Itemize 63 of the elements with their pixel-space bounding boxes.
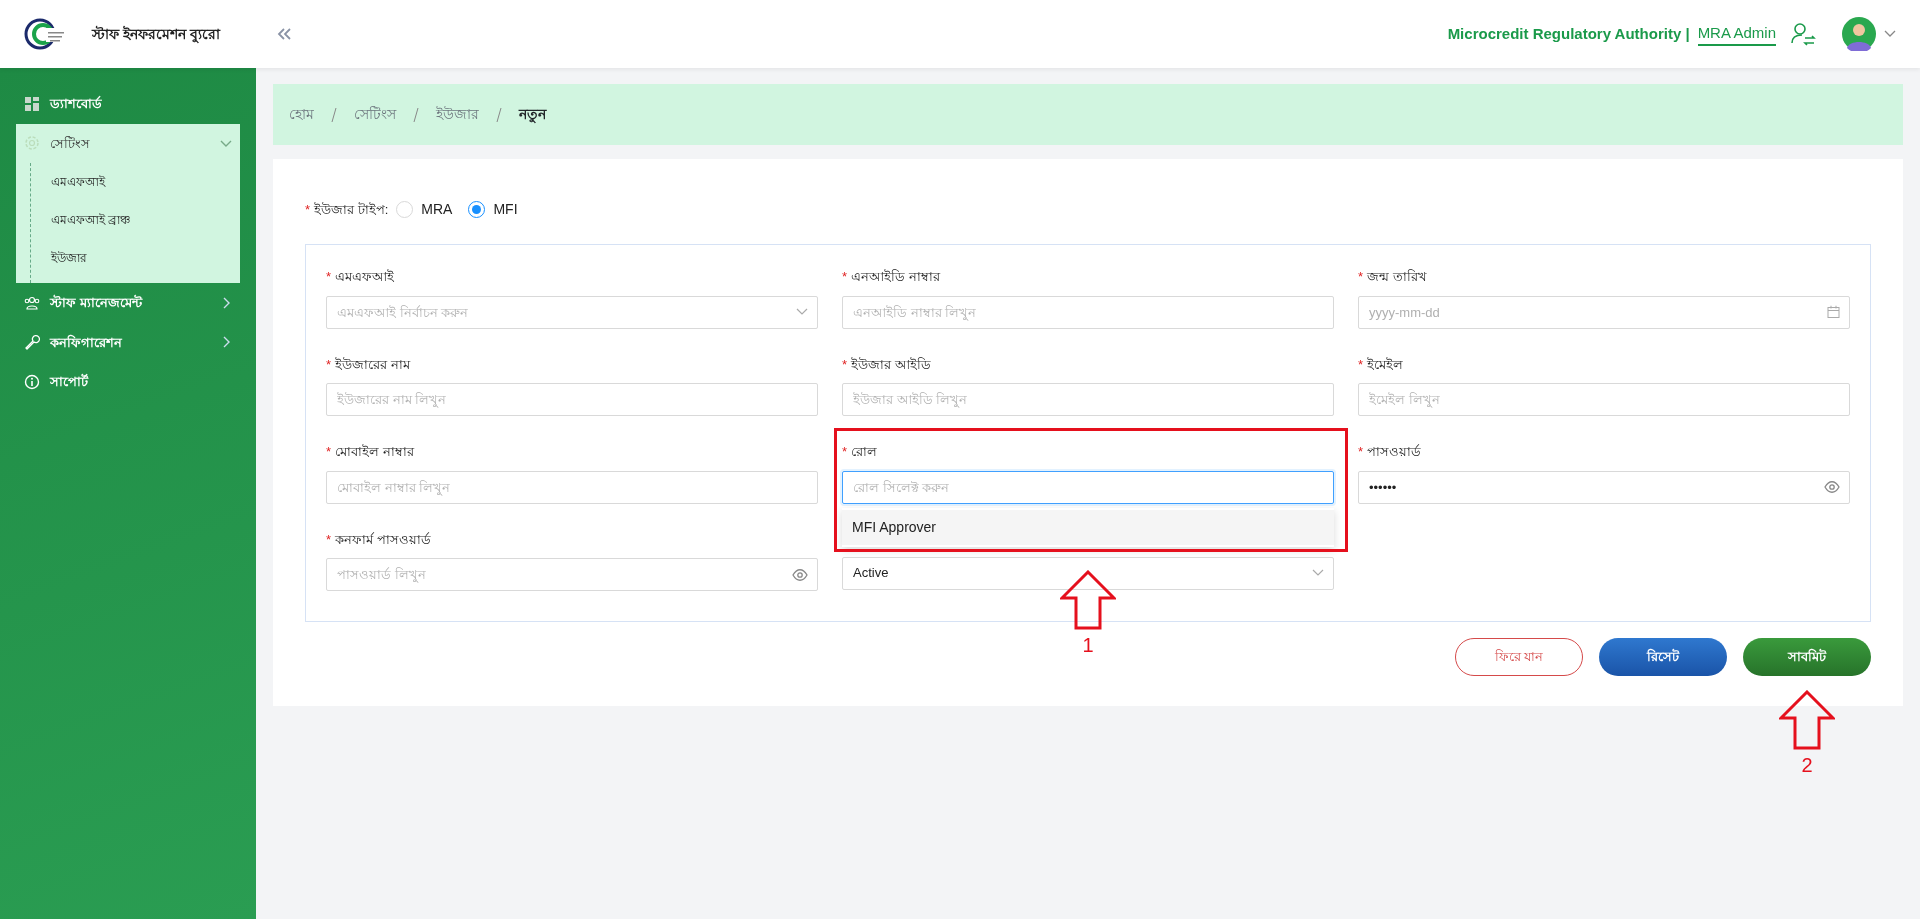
field-label: * এমএফআই (326, 268, 396, 286)
password-field[interactable]: পাসওয়ার্ড লিখুন (326, 558, 818, 591)
input-field[interactable]: ইউজারের নাম লিখুন (326, 383, 818, 416)
breadcrumb-item[interactable]: ইউজার (436, 104, 479, 125)
select-field[interactable]: Active (842, 556, 1334, 590)
separator-icon (495, 106, 503, 123)
submit-button[interactable]: সাবমিট (1743, 638, 1871, 676)
field-label: * ইউজার আইডি (842, 355, 932, 374)
select-field[interactable]: এমএফআই নির্বাচন করুন (326, 295, 818, 329)
sidebar-item[interactable]: ড্যাশবোর্ড (16, 84, 240, 124)
arrow-up-icon (1779, 690, 1835, 750)
field-label: * পাসওয়ার্ড (1358, 443, 1423, 461)
eye-icon[interactable] (792, 568, 808, 581)
collapse-icon[interactable] (275, 27, 292, 41)
submenu-item[interactable]: ইউজার (51, 239, 240, 277)
back-button[interactable]: ফিরে যান (1455, 638, 1583, 676)
separator-icon (412, 106, 420, 123)
date-field[interactable]: yyyy-mm-dd (1358, 295, 1850, 329)
field-label: * কনফার্ম পাসওয়ার্ড (326, 530, 432, 549)
info-icon (24, 373, 40, 390)
password-field[interactable]: •••••• (1358, 470, 1850, 504)
arrow-up-icon (1060, 570, 1116, 630)
eye-icon[interactable] (1824, 481, 1840, 493)
input-field[interactable]: ইমেইল লিখুন (1358, 383, 1850, 416)
field-label: * রোল (842, 443, 879, 461)
input-field[interactable]: ইউজার আইডি লিখুন (842, 383, 1334, 416)
reset-button[interactable]: রিসেট (1599, 638, 1727, 676)
submenu-item[interactable]: এমএফআই ব্রাঞ্চ (51, 201, 240, 239)
radio-label[interactable]: MRA (421, 199, 453, 220)
breadcrumb-item[interactable]: হোম (289, 104, 314, 125)
submenu-item[interactable]: এমএফআই (51, 163, 240, 201)
sidebar-item[interactable]: সাপোর্ট (16, 362, 240, 402)
annotation-number: 1 (1082, 633, 1094, 658)
field-label: * মোবাইল নাম্বার (326, 443, 416, 461)
caret-icon[interactable] (1884, 30, 1896, 38)
separator-icon (330, 106, 338, 123)
radio-button[interactable] (468, 201, 486, 218)
sidebar-item[interactable]: কনফিগারেশন (16, 322, 240, 362)
grid-icon (24, 95, 40, 112)
field-label: * ইউজারের নাম (326, 355, 412, 374)
user-switch-icon[interactable] (1790, 21, 1816, 47)
gear-icon (24, 135, 40, 152)
calendar-icon (1827, 305, 1840, 319)
combo-field[interactable]: রোল সিলেক্ট করুন (842, 470, 1334, 504)
user-name-link[interactable]: MRA Admin (1697, 21, 1776, 47)
field-label: * ইউজার টাইপ: (305, 200, 389, 219)
field-label: * জন্ম তারিখ (1358, 268, 1428, 286)
radio-label[interactable]: MFI (493, 199, 518, 220)
breadcrumb-item[interactable]: সেটিংস (354, 104, 396, 125)
breadcrumb-item: নতুন (519, 105, 546, 125)
annotation-number: 2 (1801, 753, 1813, 778)
field-label: * এনআইডি নাম্বার (842, 268, 942, 286)
dropdown-option[interactable]: MFI Approver (842, 509, 1334, 545)
organization-name: Microcredit Regulatory Authority | (1447, 23, 1690, 44)
app-title: স্টাফ ইনফরমেশন ব্যুরো (92, 24, 220, 45)
sidebar-item[interactable]: সেটিংস (16, 123, 240, 163)
people-icon (24, 294, 40, 311)
input-field[interactable]: মোবাইল নাম্বার লিখুন (326, 470, 818, 504)
sidebar-item[interactable]: স্টাফ ম্যানেজমেন্ট (16, 283, 240, 323)
input-field[interactable]: এনআইডি নাম্বার লিখুন (842, 295, 1334, 329)
wrench-icon (24, 334, 40, 351)
avatar-icon[interactable] (1842, 17, 1876, 51)
field-label: * ইমেইল (1358, 355, 1405, 374)
